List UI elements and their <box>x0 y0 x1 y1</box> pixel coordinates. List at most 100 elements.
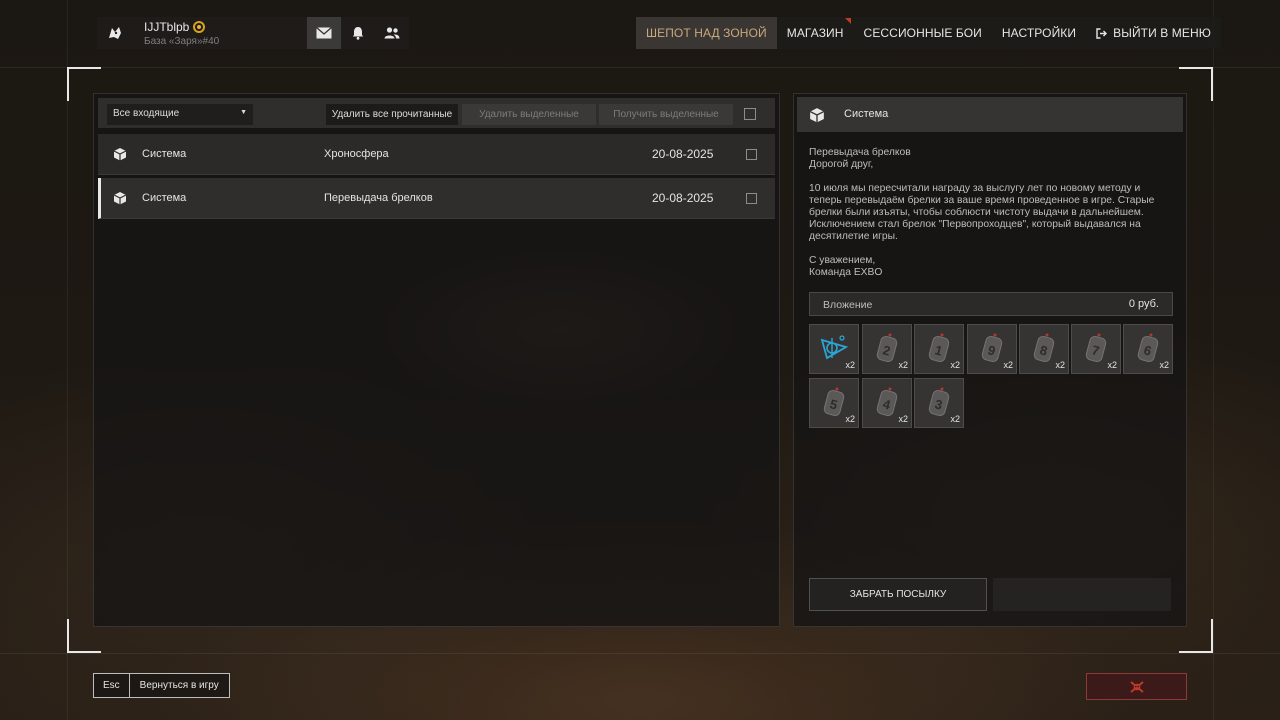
item-qty: x2 <box>950 414 960 424</box>
mail-checkbox[interactable] <box>746 193 757 204</box>
mail-subject: Перевыдача брелков <box>324 192 433 204</box>
nav-label: ВЫЙТИ В МЕНЮ <box>1113 26 1211 40</box>
nav-session-battles[interactable]: СЕССИОННЫЕ БОИ <box>854 17 992 49</box>
frame-line <box>0 67 1280 68</box>
delete-selected-button[interactable]: Удалить выделенные <box>462 104 596 125</box>
message-header: Система <box>797 97 1183 132</box>
frame-line <box>67 0 68 720</box>
package-icon <box>113 192 127 205</box>
attachment-label: Вложение <box>823 299 873 311</box>
avatar[interactable] <box>97 17 133 49</box>
button-label: ЗАБРАТЬ ПОСЫЛКУ <box>849 589 947 600</box>
mail-sender: Система <box>142 192 187 204</box>
player-name: IJJTblpb <box>144 20 190 34</box>
inbox-panel: Все входящие ▼ Удалить все прочитанные У… <box>93 93 780 627</box>
inbox-toolbar: Все входящие ▼ Удалить все прочитанные У… <box>98 98 775 128</box>
mail-row[interactable]: Система Хроносфера 20-08-2025 <box>98 134 775 175</box>
item-qty: x2 <box>898 414 908 424</box>
player-base: База «Заря»#40 <box>144 36 220 47</box>
item-qty: x2 <box>1107 360 1117 370</box>
wolf-emblem-icon <box>109 27 121 39</box>
mail-date: 20-08-2025 <box>652 191 714 205</box>
esc-key-hint: Esc <box>94 674 130 697</box>
button-label: Удалить выделенные <box>479 109 579 120</box>
message-line: Дорогой друг, <box>809 159 874 170</box>
item-qty: x2 <box>1159 360 1169 370</box>
button-placeholder <box>993 578 1171 611</box>
item-slot[interactable]: x2 <box>809 324 859 374</box>
message-line: Исключением стал брелок "Первопроходцев"… <box>809 219 1141 230</box>
nav-label: МАГАЗИН <box>786 26 844 40</box>
mail-subject: Хроносфера <box>324 148 389 160</box>
caret-down-icon: ▼ <box>240 109 247 116</box>
profile-bar: IJJTblpb База «Заря»#40 <box>97 17 409 49</box>
nav-settings[interactable]: НАСТРОЙКИ <box>992 17 1086 49</box>
message-panel: Система Перевыдача брелков Дорогой друг,… <box>793 93 1187 627</box>
item-qty: x2 <box>845 360 855 370</box>
item-slot[interactable]: 6 x2 <box>1123 324 1173 374</box>
item-slot[interactable]: 8 x2 <box>1019 324 1069 374</box>
mail-sender: Система <box>142 148 187 160</box>
button-label: Получить выделенные <box>613 109 719 120</box>
item-slot[interactable]: 9 x2 <box>967 324 1017 374</box>
item-slot[interactable]: 7 x2 <box>1071 324 1121 374</box>
mail-date: 20-08-2025 <box>652 147 714 161</box>
item-slot[interactable]: 4 x2 <box>862 378 912 428</box>
friends-icon <box>384 27 400 39</box>
take-parcel-button[interactable]: ЗАБРАТЬ ПОСЫЛКУ <box>809 578 987 611</box>
frame-line <box>1213 0 1214 720</box>
item-qty: x2 <box>1003 360 1013 370</box>
package-icon <box>809 108 825 123</box>
profile-info: IJJTblpb База «Заря»#40 <box>133 17 307 49</box>
message-line: С уважением, <box>809 255 876 266</box>
delete-read-button[interactable]: Удалить все прочитанные <box>326 104 458 125</box>
message-line: теперь перевыдаём брелки за ваше время п… <box>809 195 1155 206</box>
envelope-icon <box>316 27 332 39</box>
item-slot[interactable]: 2 x2 <box>862 324 912 374</box>
player-name-row: IJJTblpb <box>144 20 307 34</box>
nav-label: СЕССИОННЫЕ БОИ <box>863 26 982 40</box>
message-body: Перевыдача брелков Дорогой друг, 10 июля… <box>809 147 1177 279</box>
attachment-bar: Вложение 0 руб. <box>809 292 1173 316</box>
filter-value: Все входящие <box>113 108 180 119</box>
friends-button[interactable] <box>375 17 409 49</box>
package-icon <box>113 148 127 161</box>
message-line: десятилетие игры. <box>809 231 898 242</box>
nav-whisper-over-zone[interactable]: ШЕПОТ НАД ЗОНОЙ <box>636 17 777 49</box>
nav-exit-to-menu[interactable]: ВЫЙТИ В МЕНЮ <box>1086 17 1221 49</box>
frame-line <box>0 653 1280 654</box>
message-line: брелки были изъяты, чтобы соблюсти чисто… <box>809 207 1144 218</box>
exit-icon <box>1096 27 1108 39</box>
notifications-button[interactable] <box>341 17 375 49</box>
back-to-game-label: Вернуться в игру <box>139 680 219 691</box>
message-line: Команда EXBO <box>809 267 883 278</box>
item-slot[interactable]: 5 x2 <box>809 378 859 428</box>
item-slot[interactable]: 3 x2 <box>914 378 964 428</box>
receive-selected-button[interactable]: Получить выделенные <box>599 104 733 125</box>
rank-icon <box>193 21 206 33</box>
item-qty: x2 <box>950 360 960 370</box>
nav-label: ШЕПОТ НАД ЗОНОЙ <box>646 26 767 40</box>
mail-button[interactable] <box>307 17 341 49</box>
new-badge-icon <box>844 18 851 24</box>
top-nav: ШЕПОТ НАД ЗОНОЙ МАГАЗИН СЕССИОННЫЕ БОИ Н… <box>636 17 1221 49</box>
skull-button[interactable] <box>1086 673 1187 700</box>
bell-icon <box>352 27 364 40</box>
select-all-checkbox[interactable] <box>744 108 756 120</box>
mail-row-selected[interactable]: Система Перевыдача брелков 20-08-2025 <box>98 178 775 219</box>
attachment-value: 0 руб. <box>1128 298 1159 310</box>
mail-checkbox[interactable] <box>746 149 757 160</box>
message-line: Перевыдача брелков <box>809 147 911 158</box>
nav-shop[interactable]: МАГАЗИН <box>777 17 854 49</box>
message-line <box>809 171 1177 183</box>
skull-crossbones-icon <box>1129 680 1144 693</box>
item-qty: x2 <box>898 360 908 370</box>
message-sender: Система <box>844 108 889 120</box>
item-slot[interactable]: 1 x2 <box>914 324 964 374</box>
message-line: 10 июля мы пересчитали награду за выслуг… <box>809 183 1141 194</box>
back-to-game-button[interactable]: Esc Вернуться в игру <box>93 673 230 698</box>
pathfinder-keychain-icon <box>820 335 849 360</box>
inbox-filter-select[interactable]: Все входящие ▼ <box>107 104 253 125</box>
item-qty: x2 <box>845 414 855 424</box>
message-line <box>809 243 1177 255</box>
